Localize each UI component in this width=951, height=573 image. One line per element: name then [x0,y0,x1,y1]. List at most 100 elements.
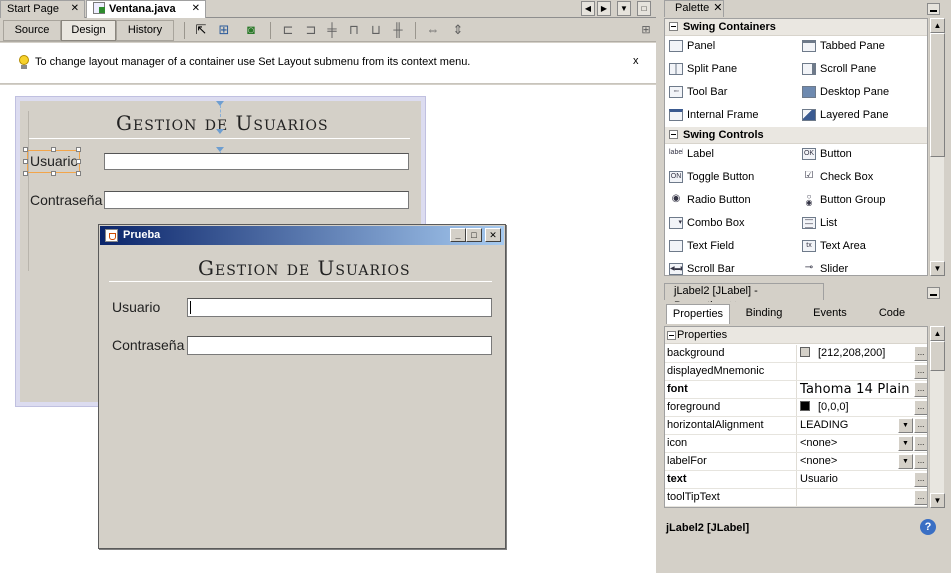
resize-handle[interactable] [76,171,81,176]
resize-vertical-icon[interactable]: ⇕ [450,22,466,38]
palette-scrollbar[interactable]: ▲ ▼ [929,18,945,276]
chevron-left-icon[interactable]: ◀ [581,1,595,16]
connection-mode-icon[interactable]: ⊞ [216,22,232,38]
user-label[interactable]: Usuario [30,153,78,169]
resize-handle[interactable] [76,147,81,152]
ellipsis-button[interactable]: ... [914,418,927,433]
palette-category-controls[interactable]: Swing Controls [665,127,927,144]
ellipsis-button[interactable]: ... [914,490,927,505]
tab-binding[interactable]: Binding [734,304,794,324]
user-field[interactable] [187,298,492,317]
resize-handle[interactable] [23,171,28,176]
palette-item-text-area[interactable]: tx Text Area [798,237,866,255]
scroll-thumb[interactable] [930,33,945,157]
property-row-background[interactable]: background [212,208,200] ... [665,345,927,363]
property-row-font[interactable]: font Tahoma 14 Plain ... [665,381,927,399]
ellipsis-button[interactable]: ... [914,472,927,487]
center-horizontally-icon[interactable]: ╪ [324,22,340,38]
collapse-icon[interactable] [667,331,676,340]
collapse-icon[interactable] [669,22,678,31]
close-icon[interactable]: ✕ [192,1,200,17]
chevron-down-icon[interactable]: ▼ [898,418,913,433]
hint-close-button[interactable]: x [633,55,639,67]
maximize-icon[interactable]: □ [637,1,651,16]
property-row-displayed-mnemonic[interactable]: displayedMnemonic ... [665,363,927,381]
palette-item-list[interactable]: — — — List [798,214,837,232]
close-icon[interactable]: ✕ [713,2,722,14]
palette-item-internal-frame[interactable]: Internal Frame [665,106,759,124]
align-right-icon[interactable]: ⊐ [303,22,319,38]
properties-scrollbar[interactable]: ▲ ▼ [929,326,945,508]
ellipsis-button[interactable]: ... [914,382,927,397]
tab-source[interactable]: Source [3,20,61,41]
password-field[interactable] [187,336,492,355]
palette-item-desktop-pane[interactable]: Desktop Pane [798,83,889,101]
tab-code[interactable]: Code [862,304,922,324]
align-bottom-icon[interactable]: ⊔ [368,22,384,38]
collapse-icon[interactable] [669,130,678,139]
palette-item-text-field[interactable]: Text Field [665,237,734,255]
tab-properties-window[interactable]: jLabel2 [JLabel] - Properties✕ [664,283,824,312]
align-left-icon[interactable]: ⊏ [280,22,296,38]
help-icon[interactable]: ? [920,519,936,535]
property-value[interactable]: <none> [800,453,912,470]
palette-item-tool-bar[interactable]: ▫▫ Tool Bar [665,83,727,101]
scroll-down-icon[interactable]: ▼ [930,261,945,276]
palette-item-button-group[interactable]: ○ ◉ Button Group [798,191,886,209]
property-value[interactable]: [212,208,200] [800,345,912,362]
ellipsis-button[interactable]: ... [914,436,927,451]
property-value[interactable] [800,363,912,380]
scroll-thumb[interactable] [930,341,945,371]
password-label[interactable]: Contraseña [30,192,102,208]
tab-start-page[interactable]: Start Page ✕ [0,0,85,18]
palette-item-scroll-bar[interactable]: ◀▬▶ Scroll Bar [665,260,735,275]
chevron-down-icon[interactable]: ▼ [898,454,913,469]
tab-palette[interactable]: Palette ✕ [664,0,724,17]
palette-item-toggle-button[interactable]: ON Toggle Button [665,168,754,186]
palette-item-layered-pane[interactable]: Layered Pane [798,106,889,124]
minimize-icon[interactable] [927,3,940,15]
property-value[interactable]: Usuario [800,471,912,488]
maximize-icon[interactable]: □ [466,228,482,242]
align-top-icon[interactable]: ⊓ [346,22,362,38]
resize-horizontal-icon[interactable]: ⇔ [425,22,441,38]
ellipsis-button[interactable]: ... [914,454,927,469]
palette-item-tabbed-pane[interactable]: Tabbed Pane [798,37,885,55]
minimize-icon[interactable] [927,287,940,299]
resize-handle[interactable] [23,147,28,152]
resize-handle[interactable] [51,171,56,176]
close-icon[interactable]: ✕ [485,228,501,242]
property-row-label-for[interactable]: labelFor <none> ▼ ... [665,453,927,471]
resize-handle[interactable] [76,159,81,164]
tab-events[interactable]: Events [800,304,860,324]
ellipsis-button[interactable]: ... [914,400,927,415]
palette-item-scroll-pane[interactable]: Scroll Pane [798,60,876,78]
chevron-down-icon[interactable]: ▼ [617,1,631,16]
property-row-text[interactable]: text Usuario ... [665,471,927,489]
palette-item-split-pane[interactable]: Split Pane [665,60,737,78]
palette-item-panel[interactable]: Panel [665,37,715,55]
minimize-icon[interactable]: _ [450,228,466,242]
palette-item-combo-box[interactable]: ▾ Combo Box [665,214,744,232]
preview-window[interactable]: Prueba _ □ ✕ Gestion de Usuarios Usuario… [98,224,506,549]
property-row-foreground[interactable]: foreground [0,0,0] ... [665,399,927,417]
ellipsis-button[interactable]: ... [914,346,927,361]
chevron-down-icon[interactable]: ▼ [898,436,913,451]
preview-titlebar[interactable]: Prueba _ □ ✕ [100,226,504,245]
palette-item-radio-button[interactable]: ◉ Radio Button [665,191,751,209]
property-value[interactable]: Tahoma 14 Plain [800,381,912,398]
palette-item-slider[interactable]: ⊸ Slider [798,260,848,275]
property-value[interactable]: [0,0,0] [800,399,912,416]
resize-handle[interactable] [23,159,28,164]
chevron-right-icon[interactable]: ▶ [597,1,611,16]
property-value[interactable]: LEADING [800,417,912,434]
scroll-down-icon[interactable]: ▼ [930,493,945,508]
scroll-up-icon[interactable]: ▲ [930,326,945,341]
center-vertically-icon[interactable]: ╫ [390,22,406,38]
tab-design[interactable]: Design [61,20,116,41]
resize-handle[interactable] [51,147,56,152]
close-icon[interactable]: ✕ [71,1,79,17]
property-row-horizontal-alignment[interactable]: horizontalAlignment LEADING ▼ ... [665,417,927,435]
palette-item-label[interactable]: label Label [665,145,714,163]
user-field[interactable] [104,153,409,170]
